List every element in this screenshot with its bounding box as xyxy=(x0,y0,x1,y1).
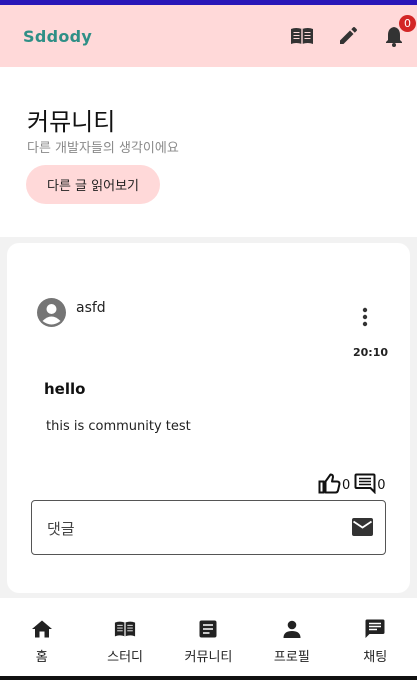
book-open-icon[interactable] xyxy=(289,23,315,49)
article-icon xyxy=(197,618,219,640)
post-card[interactable]: asfd 20:10 hello this is community test … xyxy=(7,243,410,593)
nav-item-study[interactable]: 스터디 xyxy=(84,598,167,676)
comment-icon[interactable] xyxy=(354,473,376,498)
comment-placeholder: 댓글 xyxy=(47,520,75,538)
comment-input[interactable]: 댓글 xyxy=(31,500,386,555)
more-vert-icon[interactable] xyxy=(359,306,371,328)
app-bar-actions: 0 xyxy=(289,5,416,67)
nav-item-home[interactable]: 홈 xyxy=(0,598,83,676)
post-time: 20:10 xyxy=(353,346,389,359)
nav-label-profile: 프로필 xyxy=(273,650,310,665)
post-body: this is community test xyxy=(46,419,191,434)
community-header: 커뮤니티 다른 개발자들의 생각이에요 다른 글 읽어보기 xyxy=(0,67,417,237)
nav-label-study: 스터디 xyxy=(107,650,144,665)
nav-item-chat[interactable]: 채팅 xyxy=(334,598,417,676)
notification-badge: 0 xyxy=(399,15,416,32)
post-author[interactable]: asfd xyxy=(76,300,106,316)
app-bar: Sddody 0 xyxy=(0,5,417,67)
book-icon xyxy=(114,618,136,640)
comment-count: 0 xyxy=(377,477,386,493)
thumb-up-icon[interactable] xyxy=(318,473,341,498)
post-title: hello xyxy=(44,380,86,398)
read-more-button[interactable]: 다른 글 읽어보기 xyxy=(26,165,160,204)
post-stats: 0 0 xyxy=(318,473,390,497)
nav-item-profile[interactable]: 프로필 xyxy=(250,598,333,676)
nav-label-home: 홈 xyxy=(35,650,48,665)
pencil-icon[interactable] xyxy=(335,23,361,49)
nav-item-community[interactable]: 커뮤니티 xyxy=(167,598,250,676)
home-icon xyxy=(31,618,53,640)
nav-label-community: 커뮤니티 xyxy=(184,650,233,665)
avatar-icon[interactable] xyxy=(37,298,66,327)
chat-icon xyxy=(364,618,386,640)
page-subtitle: 다른 개발자들의 생각이에요 xyxy=(27,141,179,156)
bottom-navigation: 홈 스터디 커뮤니티 프로필 채팅 xyxy=(0,598,417,676)
bell-icon[interactable]: 0 xyxy=(381,15,416,49)
person-icon xyxy=(281,618,303,640)
system-bottom-bar xyxy=(0,676,417,680)
nav-label-chat: 채팅 xyxy=(363,650,388,665)
brand-title[interactable]: Sddody xyxy=(23,27,92,46)
mail-icon[interactable] xyxy=(351,517,374,537)
like-count: 0 xyxy=(342,477,351,493)
page-title: 커뮤니티 xyxy=(27,108,116,136)
